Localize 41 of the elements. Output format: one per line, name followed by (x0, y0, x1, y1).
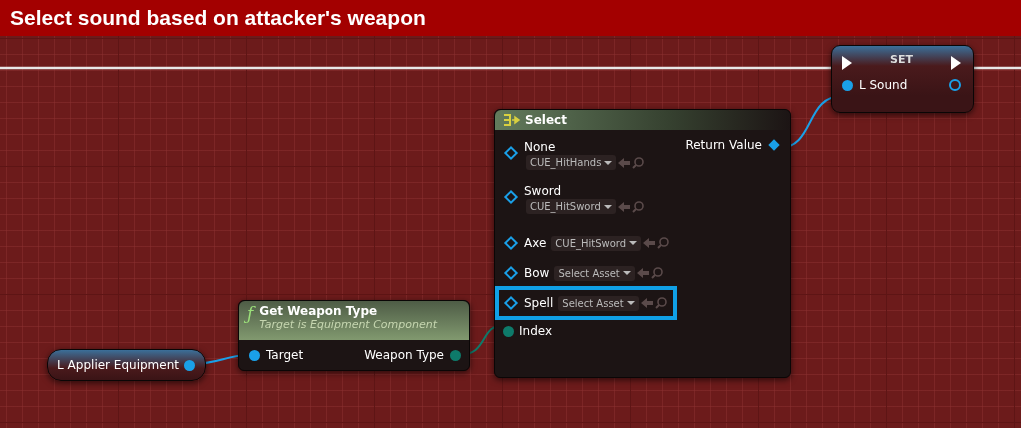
select-icon (503, 114, 521, 126)
pin-label: L Sound (859, 78, 908, 92)
pin-icon[interactable] (503, 235, 519, 251)
pin-label: Bow (524, 266, 550, 280)
graph-title: Select sound based on attacker's weapon (10, 6, 426, 30)
node-title: Select (525, 113, 567, 127)
pin-icon[interactable] (503, 295, 519, 311)
pin-icon[interactable] (450, 349, 461, 361)
caret-icon (629, 241, 638, 245)
pin-icon[interactable] (842, 79, 853, 91)
pin-icon[interactable] (768, 139, 780, 151)
node-title: SET (890, 52, 913, 66)
asset-dropdown[interactable]: CUE_HitHands (526, 155, 617, 170)
exec-pin-icon[interactable] (842, 56, 852, 70)
pin-icon[interactable] (503, 189, 519, 205)
caret-icon (603, 204, 612, 209)
pin-icon[interactable] (503, 325, 514, 337)
pin-label: L Applier Equipment (57, 358, 179, 372)
pin-icon[interactable] (503, 145, 519, 161)
exec-pin-icon[interactable] (951, 56, 961, 70)
asset-dropdown[interactable]: CUE_HitSword (551, 235, 642, 251)
caret-icon (622, 271, 631, 275)
pin-icon[interactable] (949, 79, 961, 91)
caret-icon (626, 301, 635, 305)
pin-icon[interactable] (249, 349, 260, 361)
pin-label: Index (519, 324, 553, 338)
asset-dropdown[interactable]: Select Asset (554, 265, 635, 281)
asset-dropdown[interactable]: Select Asset (558, 295, 639, 311)
pin-label: Weapon Type (364, 348, 444, 362)
asset-dropdown[interactable]: CUE_HitSword (526, 199, 616, 214)
pin-label: None (524, 140, 557, 154)
node-title: Get Weapon Type (259, 304, 379, 318)
pin-label: Spell (524, 296, 554, 310)
pin-icon[interactable] (503, 265, 519, 281)
node-subtitle: Target is Equipment Component (259, 318, 438, 331)
pin-label: Target (266, 348, 304, 362)
pin-label: Return Value (685, 138, 762, 152)
pin-label: Sword (524, 184, 563, 198)
pin-icon[interactable] (184, 359, 195, 371)
pin-label: Axe (524, 236, 547, 250)
caret-icon (604, 160, 613, 165)
